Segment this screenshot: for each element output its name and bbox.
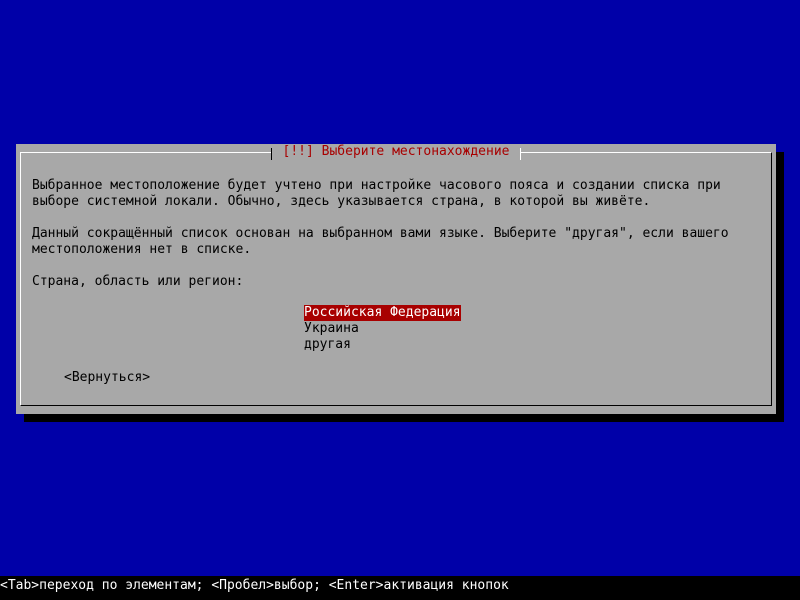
- country-option-russia[interactable]: Российская Федерация: [304, 305, 461, 321]
- back-button[interactable]: <Вернуться>: [64, 370, 150, 386]
- region-prompt: Страна, область или регион:: [32, 274, 244, 289]
- country-list: Российская Федерация Украина другая: [304, 305, 461, 353]
- installer-screen: [!!] Выберите местонахождение Выбранное …: [0, 0, 800, 600]
- country-option-ukraine[interactable]: Украина: [304, 321, 359, 337]
- location-dialog: [!!] Выберите местонахождение Выбранное …: [16, 144, 776, 414]
- country-option-other[interactable]: другая: [304, 337, 351, 353]
- dialog-title-wrap: [!!] Выберите местонахождение: [16, 144, 776, 160]
- dialog-title: [!!] Выберите местонахождение: [270, 144, 522, 160]
- description-paragraph-2: Данный сокращённый список основан на выб…: [32, 226, 729, 257]
- status-bar: <Tab>переход по элементам; <Пробел>выбор…: [0, 576, 800, 600]
- description-paragraph-1: Выбранное местоположение будет учтено пр…: [32, 178, 721, 209]
- dialog-title-text: [!!] Выберите местонахождение: [282, 144, 510, 159]
